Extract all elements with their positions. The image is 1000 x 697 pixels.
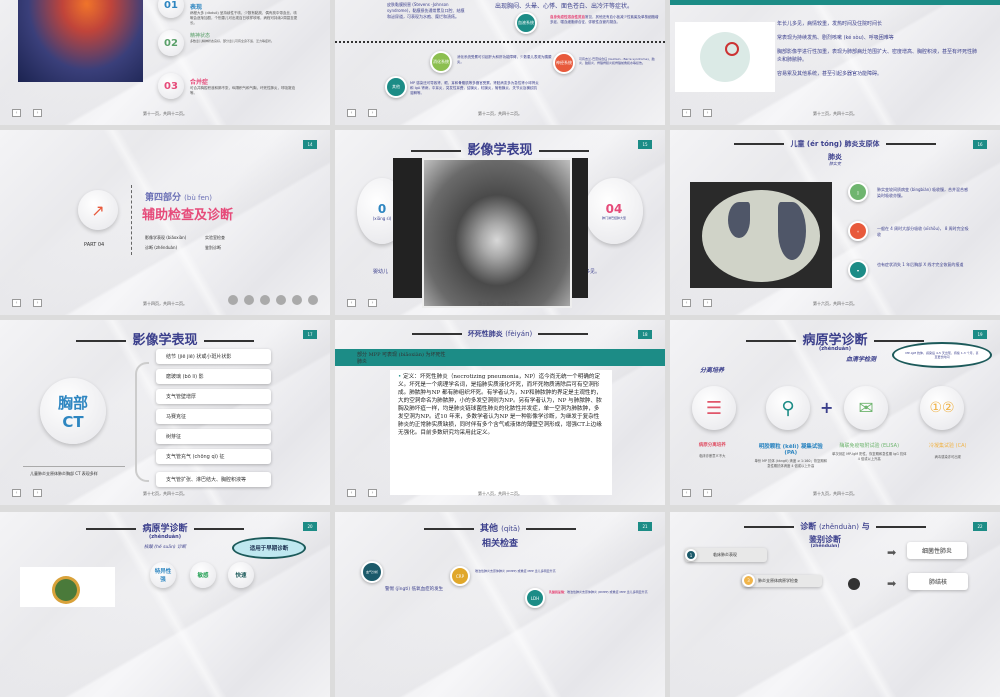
item-number-2: 02 bbox=[158, 30, 184, 56]
page-footer: 第十五页，共四十二页。 bbox=[335, 301, 665, 307]
growth-chart-icon: ↗ bbox=[78, 190, 118, 230]
section-link[interactable]: 诊断 (zhěnduàn) bbox=[145, 245, 205, 251]
feature-badge: 敏感 bbox=[190, 562, 216, 588]
definition-text: 定义：坏死性肺炎（necrotizing pneumonia，NP）迄今尚无统一… bbox=[398, 374, 602, 436]
share-icon: ⚬ bbox=[848, 221, 868, 241]
page-footer: 第十六页，共四十二页。 bbox=[670, 301, 1000, 307]
node-neuro: 神经系统 bbox=[553, 52, 575, 74]
doctor-illustration bbox=[675, 22, 775, 92]
feature-badge: 快速 bbox=[228, 562, 254, 588]
ct-finding: 支气管壁增厚 bbox=[156, 389, 271, 404]
slide-thumbnail-16[interactable]: 16 儿童 (ér tóng) 肺炎支原体 肺炎 肺实变 ▯ 肺实变较间质病变 … bbox=[670, 130, 1000, 315]
section-link[interactable]: 影像学表现 (biǎoxiàn) bbox=[145, 235, 205, 241]
ct-finding: 支气管充气 (chōng qì) 征 bbox=[156, 449, 271, 464]
filter-icon: ①② bbox=[920, 386, 964, 430]
ct-scan-image bbox=[690, 182, 832, 288]
chest-xray-image bbox=[422, 158, 572, 308]
page-footer: 第十七页，共四十二页。 bbox=[0, 491, 330, 497]
lung-image bbox=[18, 0, 143, 82]
document-icon: ▯ bbox=[848, 182, 868, 202]
bullet: 胸部影像学进行性加重，表现为肺部病灶范围扩大、密度增高、胸腔积液，甚至有坏死性肺… bbox=[777, 48, 977, 64]
slide-thumbnail-12[interactable]: 皮肤黏膜损害 (Stevens -Johnson syndrome)，黏膜损伤通… bbox=[335, 0, 665, 125]
node-blood: 血液系统 bbox=[515, 12, 537, 34]
ct-finding: 马赛克征 bbox=[156, 409, 271, 424]
timeline-text: 出现胸闷、头晕、心悸、面色苍白、出冷汗等症状。 bbox=[495, 1, 660, 10]
slide-title: 病原学诊断 bbox=[142, 524, 187, 534]
scroll-icon: ☰ bbox=[692, 386, 736, 430]
step-box: 临床肺炎表现 bbox=[685, 548, 767, 562]
item-title: 表现 bbox=[190, 2, 300, 11]
bullet: 容易累及其他系统，甚至引起多器官功能障碍。 bbox=[777, 70, 977, 78]
slide-thumbnail-17[interactable]: 17 影像学表现 胸部CT 儿童肺炎支原体肺炎胸部 CT 表现多样 结节 (ji… bbox=[0, 320, 330, 505]
arrow-right-icon: ➡ bbox=[887, 577, 896, 590]
section-heading: 第四部分 bbox=[145, 193, 181, 203]
slide-thumbnail-14[interactable]: 14 ↗ PART 04 第四部分 (bù fen) 辅助检查及诊断 影像学表现… bbox=[0, 130, 330, 315]
ct-finding: 树芽征 bbox=[156, 429, 271, 444]
page-footer: 第十三页，共四十二页。 bbox=[670, 111, 1000, 117]
section-link[interactable]: 鉴别诊断 bbox=[205, 245, 255, 251]
banner-text: 部分 MPP 可表现 (biǎoxiàn) 为坏死性肺炎 bbox=[357, 351, 447, 365]
timeline-text: 皮肤黏膜损害 (Stevens -Johnson syndrome)，黏膜损伤通… bbox=[387, 2, 467, 20]
bullet: 常表现为持续发热、剧烈咳嗽 (ké sòu)、呼吸困难等 bbox=[777, 34, 977, 42]
node-crp: CRP bbox=[450, 566, 470, 586]
slide-title: 影像学表现 bbox=[467, 143, 532, 158]
page-footer: 第十二页，共四十二页。 bbox=[335, 111, 665, 117]
step-number: 1 bbox=[685, 549, 697, 561]
differential-box: 肺结核 bbox=[908, 573, 968, 590]
node-digestive: 消化系统 bbox=[430, 51, 452, 73]
slide-thumbnail-21[interactable]: 21 其他 (qítā) 相关检查 血气分析 警惕 (jǐngtì) 低氧血症的… bbox=[335, 512, 665, 697]
speech-bubble: 适用于早期诊断 bbox=[232, 537, 306, 559]
slide-title: 坏死性肺炎 bbox=[468, 330, 503, 338]
bullet: 年长儿多见，病情较重，发热时间及住院时间长 bbox=[777, 20, 977, 28]
cup-icon: ▾ bbox=[848, 260, 868, 280]
section-link[interactable]: 实验室检查 bbox=[205, 235, 255, 241]
brace bbox=[135, 362, 149, 482]
slide-thumbnail-11[interactable]: 01 表现病程大多 (dàduō) 呈持续性干咳，少数有黏痰，偶有痰中带血丝，咳… bbox=[0, 0, 330, 125]
node-other: 其他 bbox=[385, 76, 407, 98]
feature-badge: 特异性强 bbox=[150, 562, 176, 588]
slide-thumbnail-18[interactable]: 18 坏死性肺炎 (fèiyán) 部分 MPP 可表现 (biǎoxiàn) … bbox=[335, 320, 665, 505]
slide-number: 14 bbox=[303, 140, 317, 149]
item-text: 可合并胸腔积液和肺不张，纵隔积气和气胸，坏死性肺炎，呼吸窘迫等。 bbox=[190, 86, 300, 96]
item-number-1: 01 bbox=[158, 0, 184, 18]
header-bar bbox=[670, 0, 1000, 5]
page-footer: 第十四页，共四十二页。 bbox=[0, 301, 330, 307]
slide-thumbnail-19[interactable]: 19 病原学诊断 (zhěnduàn) 分离培养 血清学检测 MP-IgM 抗体… bbox=[670, 320, 1000, 505]
differential-box: 细菌性肺炎 bbox=[907, 542, 967, 559]
ct-finding: 结节 (jiē jiē) 状或小斑片状影 bbox=[156, 349, 271, 364]
plus-icon: + bbox=[820, 398, 833, 417]
item-number-3: 03 bbox=[158, 73, 184, 99]
speech-bubble: MP-IgM 抗体，感染后 4-5 天出现，持续 1-3 个月，甚至更长时间 bbox=[892, 342, 992, 368]
slide-title: 儿童 (ér tóng) 肺炎支原体 bbox=[790, 140, 879, 148]
page-footer: 第十九页，共四十二页。 bbox=[670, 491, 1000, 497]
part-label: PART 04 bbox=[84, 242, 104, 248]
slide-thumbnail-22[interactable]: 22 诊断 (zhěnduàn) 与 鉴别诊断 (zhěnduàn) 临床肺炎表… bbox=[670, 512, 1000, 697]
page-footer: 第十一页，共四十二页。 bbox=[0, 111, 330, 117]
node-blood-gas: 血气分析 bbox=[361, 561, 383, 583]
section-title: 辅助检查及诊断 bbox=[142, 204, 233, 223]
slide-title: 其他 bbox=[480, 524, 498, 534]
running-figure-icon bbox=[848, 578, 860, 590]
item-title: 精神状态 bbox=[190, 32, 300, 39]
slide-thumbnail-13[interactable]: 年长儿多见，病情较重，发热时间及住院时间长 常表现为持续发热、剧烈咳嗽 (ké … bbox=[670, 0, 1000, 125]
ct-finding: 支气管扩张、淋巴结大、胸腔积液等 bbox=[156, 472, 271, 487]
item-text: 多数患儿精神状态良好，部分患儿可有全身不适、乏力等症状。 bbox=[190, 39, 300, 43]
timeline bbox=[335, 41, 665, 43]
slide-title: 影像学表现 bbox=[132, 333, 197, 348]
ct-finding: 磨玻璃 (bō li) 影 bbox=[156, 369, 271, 384]
item-title: 合并症 bbox=[190, 77, 300, 86]
location-pin-icon: ⚲ bbox=[766, 386, 810, 430]
page-footer: 第十八页，共四十二页。 bbox=[335, 491, 665, 497]
arrow-right-icon: ➡ bbox=[887, 546, 896, 559]
envelope-icon: ✉ bbox=[844, 386, 888, 430]
slide-thumbnail-20[interactable]: 20 病原学诊断 (zhěnduàn) 核酸 (hé suān) 诊断 适用于早… bbox=[0, 512, 330, 697]
slide-thumbnail-15[interactable]: 15 影像学表现 0(xiāng sì) 04肺门淋巴结肿大型 婴幼儿 多见。 … bbox=[335, 130, 665, 315]
mycoplasma-illustration bbox=[20, 567, 115, 607]
step-number: 3 bbox=[742, 574, 755, 587]
slide-title: 诊断 bbox=[800, 522, 816, 531]
item-text: 病程大多 (dàduō) 呈持续性干咳，少数有黏痰，偶有痰中带血丝，咳嗽会逐渐加… bbox=[190, 11, 300, 26]
node-ldh: LDH bbox=[525, 588, 545, 608]
